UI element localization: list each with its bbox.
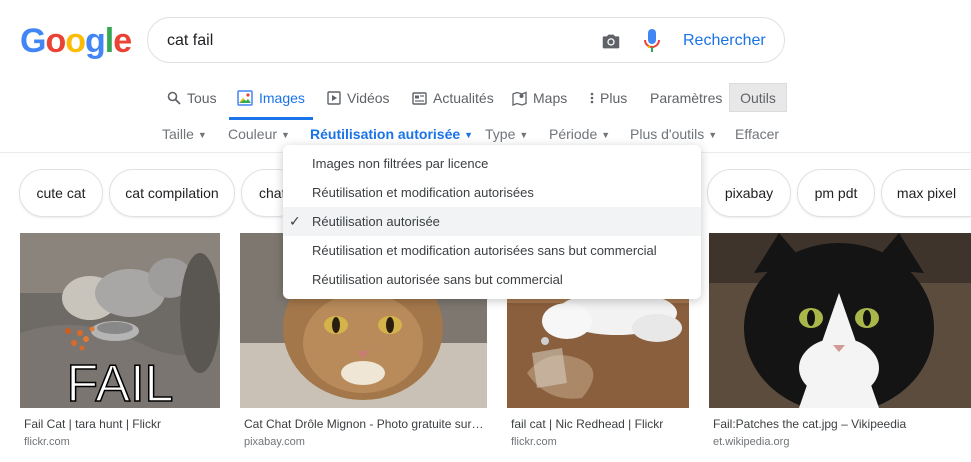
option-label: Images non filtrées par licence — [312, 156, 489, 171]
filter-more-tools[interactable]: Plus d'outils ▼ — [630, 126, 717, 142]
logo-letter: g — [85, 22, 106, 60]
caret-down-icon: ▼ — [464, 130, 474, 140]
dropdown-option[interactable]: Réutilisation et modification autorisées… — [283, 236, 701, 265]
google-logo[interactable]: Google — [20, 22, 132, 61]
fail-caption: FAIL — [67, 355, 174, 408]
filter-label: Type — [485, 126, 516, 142]
filter-label: Taille — [162, 126, 194, 142]
caret-down-icon: ▼ — [197, 130, 207, 140]
search-tabs: Tous Images Vidéos Actualités Maps Plus … — [0, 80, 971, 120]
result-thumbnail[interactable] — [709, 233, 971, 408]
dropdown-option[interactable]: Réutilisation autorisée sans but commerc… — [283, 265, 701, 294]
tab-label: Maps — [533, 90, 568, 106]
tab-label: Tous — [187, 90, 217, 106]
logo-letter: l — [104, 22, 115, 60]
active-tab-indicator — [229, 117, 313, 120]
related-chip[interactable]: cat compilation — [109, 169, 235, 217]
search-icon — [167, 91, 181, 105]
more-vert-icon — [590, 92, 594, 104]
filter-size[interactable]: Taille ▼ — [162, 126, 207, 142]
result-title[interactable]: Fail Cat | tara hunt | Flickr — [24, 417, 224, 431]
tab-label: Actualités — [433, 90, 494, 106]
tab-all[interactable]: Tous — [167, 90, 217, 106]
tab-label: Paramètres — [650, 90, 723, 106]
map-icon — [512, 91, 527, 106]
tab-label: Images — [259, 90, 305, 106]
result-title[interactable]: Fail:Patches the cat.jpg – Vikipeedia — [713, 417, 971, 431]
option-label: Réutilisation autorisée — [312, 214, 440, 229]
filter-label: Réutilisation autorisée — [310, 126, 461, 142]
caret-down-icon: ▼ — [281, 130, 290, 140]
filter-clear[interactable]: Effacer — [735, 126, 779, 142]
tab-maps[interactable]: Maps — [512, 90, 567, 106]
tab-label: Vidéos — [347, 90, 390, 106]
search-box[interactable]: cat fail Rechercher — [147, 17, 785, 63]
filter-label: Couleur — [228, 126, 278, 142]
result-thumbnail[interactable]: FAIL — [20, 233, 220, 408]
checkmark-icon: ✓ — [289, 213, 301, 229]
filter-bar: Taille ▼ Couleur ▼ Réutilisation autorisée… — [0, 123, 971, 145]
logo-letter: e — [113, 22, 132, 60]
tab-more[interactable]: Plus — [590, 90, 627, 106]
result-site: et.wikipedia.org — [713, 436, 790, 448]
filter-time[interactable]: Période ▼ — [549, 126, 610, 142]
filter-color[interactable]: Couleur ▼ — [228, 126, 290, 142]
result-title[interactable]: fail cat | Nic Redhead | Flickr — [511, 417, 691, 431]
logo-letter: o — [45, 22, 66, 60]
option-label: Réutilisation et modification autorisées… — [312, 243, 657, 258]
result-site: flickr.com — [511, 436, 557, 448]
play-icon — [327, 91, 341, 105]
result-site: flickr.com — [24, 436, 70, 448]
caret-down-icon: ▼ — [601, 130, 611, 140]
caret-down-icon: ▼ — [519, 130, 529, 140]
filter-label: Effacer — [735, 126, 780, 142]
filter-usage-rights[interactable]: Réutilisation autorisée ▼ — [310, 126, 473, 142]
tools-button[interactable]: Outils — [729, 83, 787, 112]
filter-type[interactable]: Type ▼ — [485, 126, 528, 142]
news-icon — [412, 91, 427, 105]
tab-label: Plus — [600, 90, 628, 106]
dropdown-option[interactable]: Réutilisation et modification autorisées — [283, 178, 701, 207]
filter-label: Période — [549, 126, 598, 142]
related-chip[interactable]: pixabay — [707, 169, 791, 217]
tab-images[interactable]: Images — [237, 90, 305, 106]
result-site: pixabay.com — [244, 436, 305, 448]
tab-news[interactable]: Actualités — [412, 90, 494, 106]
mic-icon[interactable] — [642, 28, 662, 54]
camera-icon[interactable] — [600, 30, 622, 52]
dropdown-option[interactable]: Images non filtrées par licence — [283, 149, 701, 178]
tools-label: Outils — [740, 89, 776, 106]
images-icon — [237, 90, 253, 106]
related-chip[interactable]: pm pdt — [797, 169, 875, 217]
logo-letter: G — [20, 22, 46, 60]
filter-label: Plus d'outils — [630, 126, 705, 142]
search-button[interactable]: Rechercher — [683, 32, 766, 50]
option-label: Réutilisation et modification autorisées — [312, 185, 534, 200]
caret-down-icon: ▼ — [708, 130, 718, 140]
tab-settings[interactable]: Paramètres — [650, 90, 722, 106]
related-chip[interactable]: cute cat — [19, 169, 103, 217]
related-chip[interactable]: max pixel — [881, 169, 971, 217]
search-input[interactable]: cat fail — [167, 32, 213, 50]
tab-videos[interactable]: Vidéos — [327, 90, 390, 106]
result-title[interactable]: Cat Chat Drôle Mignon - Photo gratuite s… — [244, 417, 484, 431]
dropdown-option-selected[interactable]: ✓ Réutilisation autorisée — [283, 207, 701, 236]
logo-letter: o — [65, 22, 86, 60]
usage-rights-dropdown: Images non filtrées par licence Réutilis… — [283, 145, 701, 299]
option-label: Réutilisation autorisée sans but commerc… — [312, 272, 563, 287]
